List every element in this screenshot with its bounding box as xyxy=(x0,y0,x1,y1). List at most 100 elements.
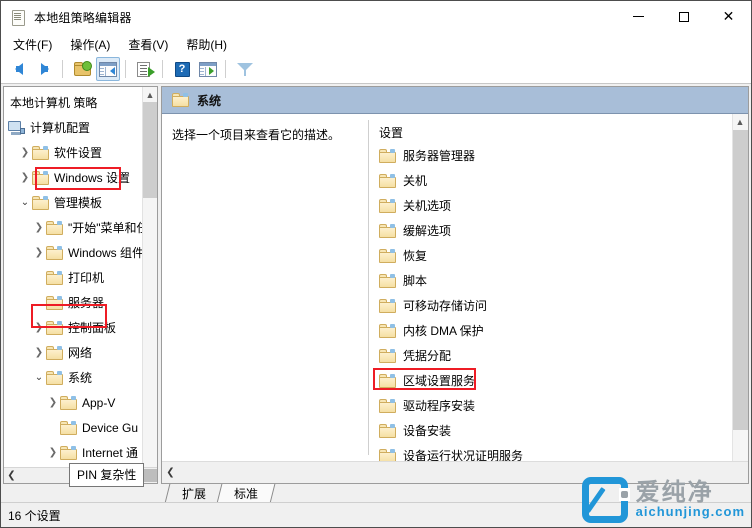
show-hide-tree-button[interactable] xyxy=(96,57,120,81)
back-button[interactable] xyxy=(7,57,31,81)
tree-item-windows-components[interactable]: ❯ Windows 组件 xyxy=(4,240,143,265)
list-item[interactable]: 设备运行状况证明服务 xyxy=(369,443,732,461)
folder-icon xyxy=(46,270,63,285)
up-folder-button[interactable] xyxy=(70,57,94,81)
menu-action[interactable]: 操作(A) xyxy=(61,34,119,55)
export-list-icon xyxy=(136,61,155,77)
tree-vscroll-thumb[interactable] xyxy=(143,102,157,198)
list-item[interactable]: 凭据分配 xyxy=(369,343,732,368)
list-item-label: 内核 DMA 保护 xyxy=(403,324,484,338)
list-item-label: 设备运行状况证明服务 xyxy=(403,449,524,461)
settings-vertical-scrollbar[interactable]: ▲ xyxy=(732,114,748,461)
chevron-right-icon[interactable]: ❯ xyxy=(46,397,60,408)
group-policy-editor-window: 本地组策略编辑器 ✕ 文件(F) 操作(A) 查看(V) 帮助(H) ? 本地计… xyxy=(0,0,752,528)
status-text: 16 个设置 xyxy=(8,508,61,523)
chevron-right-icon[interactable]: ❯ xyxy=(46,447,60,458)
list-item-label: 服务器管理器 xyxy=(403,149,476,163)
tree-item-internet-comm[interactable]: ❯ Internet 通 xyxy=(4,440,143,465)
tab-extended[interactable]: 扩展 xyxy=(164,484,224,503)
policy-document-icon xyxy=(10,9,26,26)
folder-icon xyxy=(379,398,396,413)
scroll-left-icon[interactable]: ❮ xyxy=(4,468,19,483)
menu-view[interactable]: 查看(V) xyxy=(119,34,177,55)
folder-icon xyxy=(60,395,77,410)
chevron-right-icon[interactable]: ❯ xyxy=(18,172,32,183)
tree-vertical-scrollbar[interactable]: ▲ xyxy=(142,87,157,468)
chevron-right-icon[interactable]: ❯ xyxy=(18,147,32,158)
chevron-right-icon[interactable]: ❯ xyxy=(32,222,46,233)
folder-icon xyxy=(379,448,396,461)
tree-item-network[interactable]: ❯ 网络 xyxy=(4,340,143,365)
watermark: 爱纯净 aichunjing.com xyxy=(581,477,745,523)
folder-icon xyxy=(379,198,396,213)
tree-item-system[interactable]: ⌄ 系统 xyxy=(4,365,143,390)
list-item[interactable]: 关机 xyxy=(369,168,732,193)
tree-item-label: 控制面板 xyxy=(68,321,117,335)
tree-item-device-guard[interactable]: Device Gu xyxy=(4,415,143,440)
tree-item-printers[interactable]: 打印机 xyxy=(4,265,143,290)
scroll-left-icon[interactable]: ❮ xyxy=(162,463,179,483)
list-item-label: 可移动存储访问 xyxy=(403,299,488,313)
tree-item-label: App-V xyxy=(82,395,116,410)
menu-help[interactable]: 帮助(H) xyxy=(177,34,236,55)
scroll-up-icon[interactable]: ▲ xyxy=(733,114,747,129)
list-item[interactable]: 内核 DMA 保护 xyxy=(369,318,732,343)
folder-icon xyxy=(172,93,189,107)
arrow-left-icon xyxy=(15,63,23,75)
forward-button[interactable] xyxy=(33,57,57,81)
tree-item-label: 系统 xyxy=(68,371,93,385)
export-list-button[interactable] xyxy=(133,57,157,81)
maximize-button[interactable] xyxy=(661,1,706,32)
list-item-device-installation[interactable]: 设备安装 xyxy=(369,418,732,443)
list-item[interactable]: 恢复 xyxy=(369,243,732,268)
list-item[interactable]: 关机选项 xyxy=(369,193,732,218)
chevron-right-icon[interactable]: ❯ xyxy=(32,347,46,358)
folder-icon xyxy=(379,248,396,263)
menu-file[interactable]: 文件(F) xyxy=(4,34,61,55)
watermark-en-text: aichunjing.com xyxy=(635,504,745,520)
settings-list[interactable]: 设置 服务器管理器 关机 关机选项 缓解选项 恢复 脚本 可移动存储访问 内核 … xyxy=(369,114,732,461)
tree-item-software-settings[interactable]: ❯ 软件设置 xyxy=(4,140,143,165)
list-item[interactable]: 脚本 xyxy=(369,268,732,293)
chevron-down-icon[interactable]: ⌄ xyxy=(18,197,32,208)
tree-item-appv[interactable]: ❯ App-V xyxy=(4,390,143,415)
window-controls: ✕ xyxy=(616,1,751,32)
tree-item-computer-config[interactable]: 计算机配置 xyxy=(4,115,143,140)
folder-icon xyxy=(46,370,63,385)
list-item[interactable]: 缓解选项 xyxy=(369,218,732,243)
folder-icon xyxy=(46,245,63,260)
tree-item-windows-settings[interactable]: ❯ Windows 设置 xyxy=(4,165,143,190)
settings-vscroll-thumb[interactable] xyxy=(733,130,748,430)
chevron-down-icon[interactable]: ⌄ xyxy=(32,372,46,383)
policy-tree-pane[interactable]: 本地计算机 策略 计算机配置 ❯ 软件设置 ❯ Windows 设置 ⌄ 管理模… xyxy=(3,86,158,484)
chevron-right-icon[interactable]: ❯ xyxy=(32,322,46,333)
minimize-button[interactable] xyxy=(616,1,661,32)
show-console-button[interactable] xyxy=(196,57,220,81)
tab-standard[interactable]: 标准 xyxy=(216,484,276,503)
toolbar-separator xyxy=(225,60,226,78)
tree-item-control-panel[interactable]: ❯ 控制面板 xyxy=(4,315,143,340)
folder-icon xyxy=(46,320,63,335)
scroll-up-icon[interactable]: ▲ xyxy=(143,87,157,102)
list-item-label: 设备安装 xyxy=(403,424,452,438)
filter-button[interactable] xyxy=(233,57,257,81)
toolbar: ? xyxy=(1,55,751,84)
tree-root-label: 本地计算机 策略 xyxy=(10,96,98,110)
list-item[interactable]: 服务器管理器 xyxy=(369,143,732,168)
chevron-right-icon[interactable]: ❯ xyxy=(32,247,46,258)
tree-item-label: 网络 xyxy=(68,346,93,360)
menu-bar: 文件(F) 操作(A) 查看(V) 帮助(H) xyxy=(1,33,751,55)
tree-item-start-menu-taskbar[interactable]: ❯ "开始"菜单和任 xyxy=(4,215,143,240)
list-item-label: 关机 xyxy=(403,174,428,188)
tree-root-item[interactable]: 本地计算机 策略 xyxy=(4,90,143,115)
tree-item-label: 软件设置 xyxy=(54,146,103,160)
help-button[interactable]: ? xyxy=(170,57,194,81)
list-item-label: 恢复 xyxy=(403,249,428,263)
list-item[interactable]: 可移动存储访问 xyxy=(369,293,732,318)
list-item[interactable]: 区域设置服务 xyxy=(369,368,732,393)
close-button[interactable]: ✕ xyxy=(706,1,751,32)
tree-item-admin-templates[interactable]: ⌄ 管理模板 xyxy=(4,190,143,215)
list-item[interactable]: 驱动程序安装 xyxy=(369,393,732,418)
tree-item-servers[interactable]: 服务器 xyxy=(4,290,143,315)
tree-item-label: "开始"菜单和任 xyxy=(68,221,143,235)
